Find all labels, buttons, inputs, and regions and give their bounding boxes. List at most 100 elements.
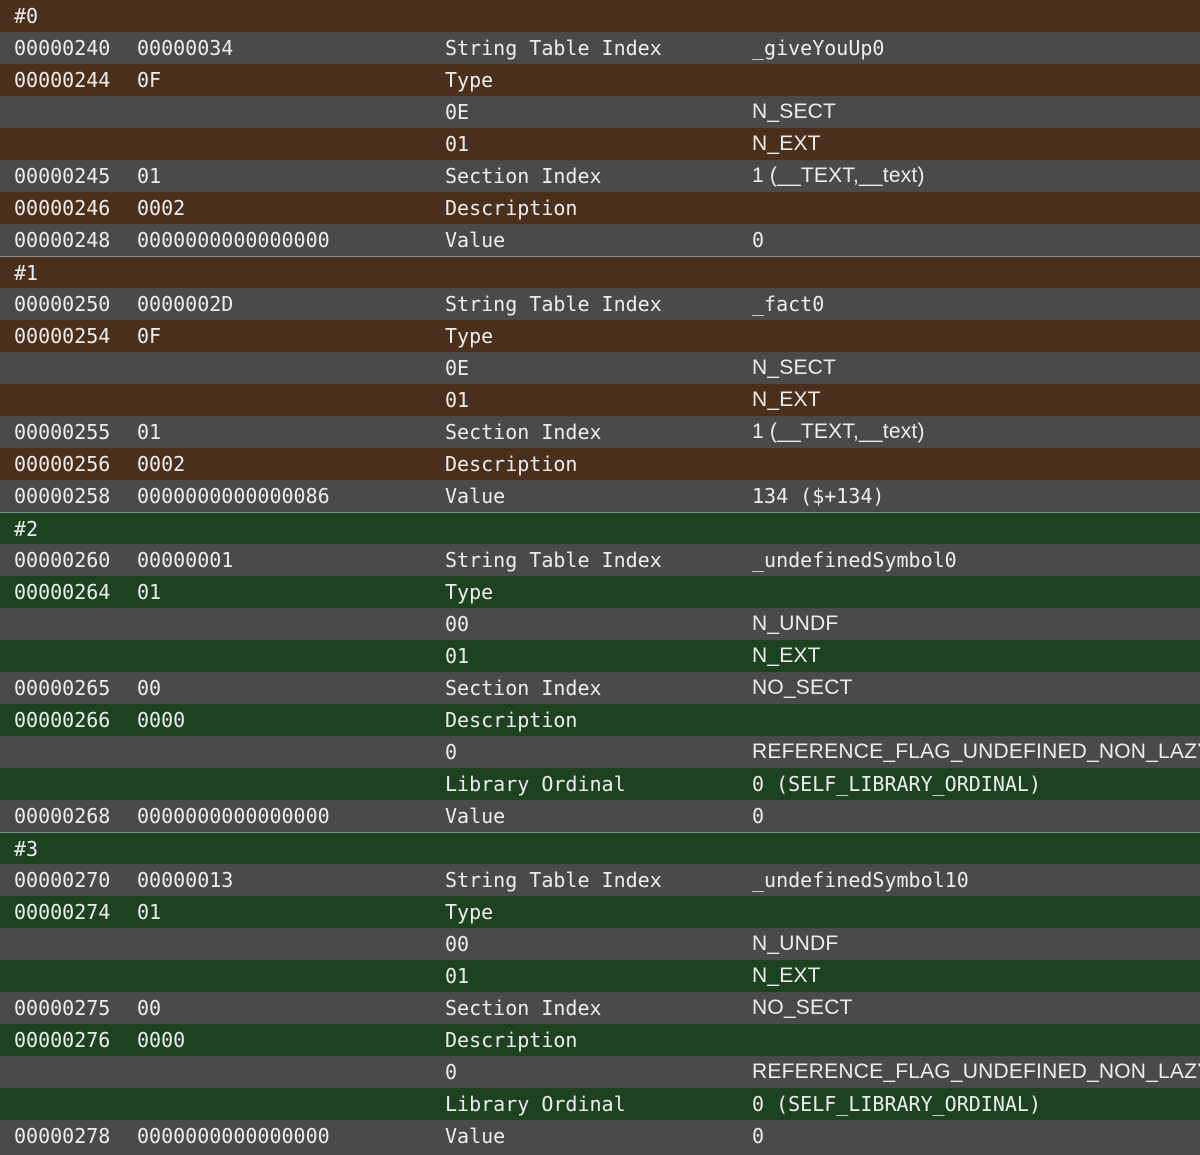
table-row[interactable]: 01 N_EXT: [0, 640, 1200, 672]
offset-cell: 00000248: [14, 228, 111, 252]
description-cell: 01: [445, 132, 470, 156]
value-cell: REFERENCE_FLAG_UNDEFINED_NON_LAZY: [752, 1060, 1200, 1083]
table-row[interactable]: 00000275 00 Section Index NO_SECT: [0, 992, 1200, 1024]
offset-cell: 00000274: [14, 900, 111, 924]
description-cell: String Table Index: [445, 868, 662, 892]
description-cell: Library Ordinal: [445, 772, 626, 796]
table-row[interactable]: 00000265 00 Section Index NO_SECT: [0, 672, 1200, 704]
description-cell: Value: [445, 228, 506, 252]
value-cell: NO_SECT: [752, 996, 853, 1019]
data-cell: 0000000000000000: [137, 804, 330, 828]
value-cell: N_SECT: [752, 100, 837, 123]
value-cell: N_EXT: [752, 644, 821, 667]
description-cell: Section Index: [445, 676, 602, 700]
value-cell: 1 (__TEXT,__text): [752, 420, 925, 443]
table-row[interactable]: 01 N_EXT: [0, 384, 1200, 416]
table-row[interactable]: 00000260 00000001 String Table Index _undef…: [0, 544, 1200, 576]
offset-cell: 00000278: [14, 1124, 111, 1148]
offset-cell: 00000245: [14, 164, 111, 188]
description-cell: Value: [445, 804, 506, 828]
offset-cell: 00000260: [14, 548, 111, 572]
data-cell: 00: [137, 996, 162, 1020]
description-cell: Section Index: [445, 420, 602, 444]
value-cell: 0: [752, 228, 765, 252]
table-row[interactable]: 00000270 00000013 String Table Index _undef…: [0, 864, 1200, 896]
table-row[interactable]: 00000245 01 Section Index 1 (__TEXT,__text): [0, 160, 1200, 192]
table-row[interactable]: 00000244 0F Type: [0, 64, 1200, 96]
symbol-index-label: #1: [14, 261, 39, 285]
table-row[interactable]: 01 N_EXT: [0, 960, 1200, 992]
table-row[interactable]: 00000264 01 Type: [0, 576, 1200, 608]
symbol-header-row[interactable]: #1: [0, 256, 1200, 288]
table-row[interactable]: 00000268 0000000000000000 Value 0: [0, 800, 1200, 832]
description-cell: Section Index: [445, 996, 602, 1020]
symbol-header-row[interactable]: #2: [0, 512, 1200, 544]
value-cell: 0 (SELF_LIBRARY_ORDINAL): [752, 772, 1041, 796]
table-row[interactable]: 00000276 0000 Description: [0, 1024, 1200, 1056]
offset-cell: 00000240: [14, 36, 111, 60]
value-cell: N_EXT: [752, 964, 821, 987]
symbol-header-row[interactable]: #3: [0, 832, 1200, 864]
value-cell: _giveYouUp0: [752, 36, 885, 60]
value-cell: _undefinedSymbol0: [752, 548, 957, 572]
table-row[interactable]: 00 N_UNDF: [0, 928, 1200, 960]
offset-cell: 00000256: [14, 452, 111, 476]
description-cell: Type: [445, 68, 494, 92]
symbol-index-label: #3: [14, 837, 39, 861]
table-row[interactable]: 00000248 0000000000000000 Value 0: [0, 224, 1200, 256]
value-cell: N_EXT: [752, 132, 821, 155]
table-row[interactable]: 00000255 01 Section Index 1 (__TEXT,__text): [0, 416, 1200, 448]
symbol-index-label: #0: [14, 4, 39, 28]
table-row[interactable]: 0E N_SECT: [0, 352, 1200, 384]
value-cell: REFERENCE_FLAG_UNDEFINED_NON_LAZY: [752, 740, 1200, 763]
table-row[interactable]: 00000266 0000 Description: [0, 704, 1200, 736]
offset-cell: 00000250: [14, 292, 111, 316]
table-row[interactable]: 00000258 0000000000000086 Value 134 ($+134): [0, 480, 1200, 512]
table-row[interactable]: 00000246 0002 Description: [0, 192, 1200, 224]
description-cell: Type: [445, 324, 494, 348]
value-cell: _undefinedSymbol10: [752, 868, 969, 892]
data-cell: 01: [137, 420, 162, 444]
table-row[interactable]: 00000240 00000034 String Table Index _giveY…: [0, 32, 1200, 64]
table-row[interactable]: Library Ordinal 0 (SELF_LIBRARY_ORDINAL): [0, 768, 1200, 800]
table-row[interactable]: 01 N_EXT: [0, 128, 1200, 160]
value-cell: N_UNDF: [752, 612, 839, 635]
offset-cell: 00000244: [14, 68, 111, 92]
offset-cell: 00000264: [14, 580, 111, 604]
table-row[interactable]: 0 REFERENCE_FLAG_UNDEFINED_NON_LAZY: [0, 736, 1200, 768]
description-cell: Type: [445, 580, 494, 604]
description-cell: Description: [445, 708, 578, 732]
description-cell: String Table Index: [445, 36, 662, 60]
data-cell: 0002: [137, 452, 186, 476]
description-cell: Section Index: [445, 164, 602, 188]
offset-cell: 00000268: [14, 804, 111, 828]
value-cell: N_SECT: [752, 356, 837, 379]
offset-cell: 00000255: [14, 420, 111, 444]
table-row[interactable]: 00000256 0002 Description: [0, 448, 1200, 480]
table-row[interactable]: 00000274 01 Type: [0, 896, 1200, 928]
description-cell: 0: [445, 740, 458, 764]
value-cell: N_EXT: [752, 388, 821, 411]
table-row[interactable]: 00000254 0F Type: [0, 320, 1200, 352]
value-cell: N_UNDF: [752, 932, 839, 955]
description-cell: 0E: [445, 100, 470, 124]
value-cell: NO_SECT: [752, 676, 853, 699]
table-row[interactable]: 0 REFERENCE_FLAG_UNDEFINED_NON_LAZY: [0, 1056, 1200, 1088]
description-cell: 01: [445, 388, 470, 412]
table-row[interactable]: 00 N_UNDF: [0, 608, 1200, 640]
data-cell: 0000: [137, 708, 186, 732]
table-row[interactable]: 00000250 0000002D String Table Index _fact0: [0, 288, 1200, 320]
symbol-table: #0 00000240 00000034 String Table Index _giv…: [0, 0, 1200, 1152]
table-row[interactable]: 00000278 0000000000000000 Value 0: [0, 1120, 1200, 1152]
table-row[interactable]: Library Ordinal 0 (SELF_LIBRARY_ORDINAL): [0, 1088, 1200, 1120]
data-cell: 0000000000000000: [137, 228, 330, 252]
data-cell: 0000002D: [137, 292, 234, 316]
description-cell: 0E: [445, 356, 470, 380]
value-cell: 0: [752, 1124, 765, 1148]
value-cell: 1 (__TEXT,__text): [752, 164, 925, 187]
data-cell: 0000000000000086: [137, 484, 330, 508]
description-cell: Library Ordinal: [445, 1092, 626, 1116]
symbol-header-row[interactable]: #0: [0, 0, 1200, 32]
offset-cell: 00000266: [14, 708, 111, 732]
table-row[interactable]: 0E N_SECT: [0, 96, 1200, 128]
